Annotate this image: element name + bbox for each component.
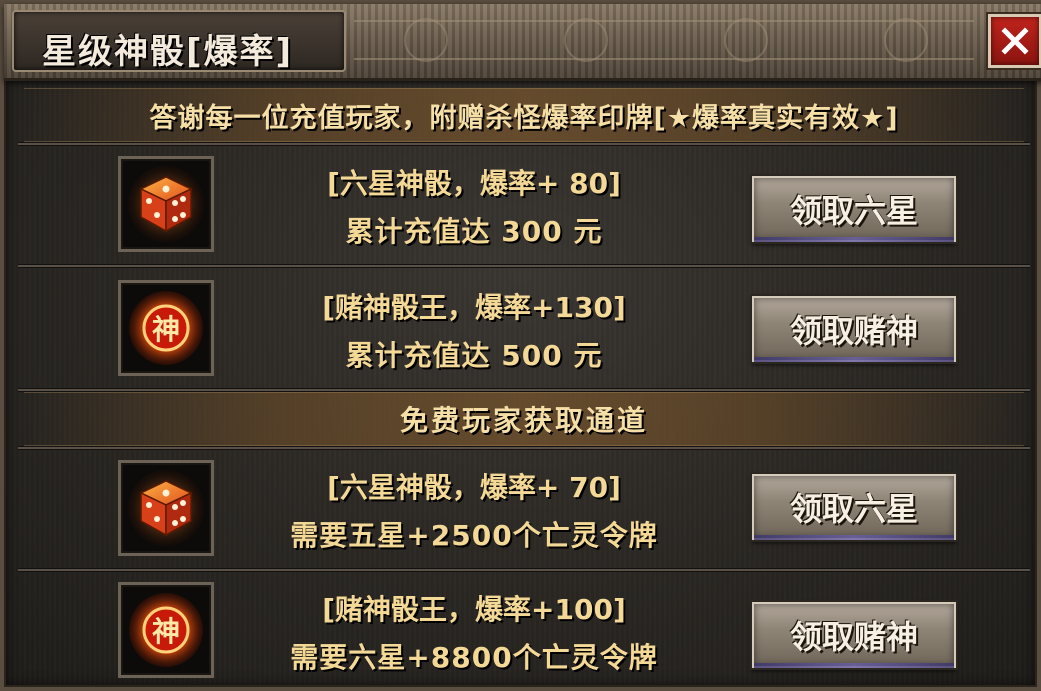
- reward-row: 神 [赌神骰王，爆率+130] 累计充值达 500 元 领取赌神: [4, 268, 1041, 386]
- ornament-swirl-icon: [884, 18, 928, 62]
- gambler-god-icon: 神: [129, 593, 203, 667]
- reward-requirement: 需要五星+2500个亡灵令牌: [290, 519, 658, 552]
- reward-requirement: 累计充值达 300 元: [345, 215, 603, 248]
- dice-icon: [128, 166, 204, 242]
- dialog-panel: 星级神骰[爆率] 答谢每一位充值玩家，附赠杀怪爆率印牌[★爆率真实有效★] [六…: [0, 0, 1041, 691]
- title-plate: 星级神骰[爆率]: [12, 10, 346, 72]
- free-section-header-text: 免费玩家获取通道: [399, 404, 648, 437]
- reward-row: 神 [赌神骰王，爆率+100] 需要六星+8800个亡灵令牌 领取赌神: [4, 572, 1041, 690]
- reward-title: [赌神骰王，爆率+100]: [322, 593, 626, 626]
- reward-title: [赌神骰王，爆率+130]: [322, 291, 626, 324]
- item-slot: 神: [118, 280, 214, 376]
- ornament-swirl-icon: [564, 18, 608, 62]
- reward-requirement: 累计充值达 500 元: [345, 339, 603, 372]
- item-slot: [118, 460, 214, 556]
- free-section-header: 免费玩家获取通道: [24, 392, 1024, 446]
- claim-button-label: 领取六星: [789, 490, 918, 528]
- ornament-swirl-icon: [724, 18, 768, 62]
- claim-six-star-button[interactable]: 领取六星: [752, 474, 956, 540]
- reward-row: [六星神骰，爆率+ 80] 累计充值达 300 元 领取六星: [4, 146, 1041, 264]
- claim-six-star-button[interactable]: 领取六星: [752, 176, 956, 242]
- claim-button-label: 领取赌神: [789, 312, 918, 350]
- claim-button-label: 领取赌神: [789, 618, 918, 656]
- svg-text:神: 神: [152, 313, 180, 346]
- reward-row: [六星神骰，爆率+ 70] 需要五星+2500个亡灵令牌 领取六星: [4, 450, 1041, 568]
- claim-gambler-god-button[interactable]: 领取赌神: [752, 296, 956, 362]
- dice-icon: [128, 470, 204, 546]
- claim-button-label: 领取六星: [789, 192, 918, 230]
- reward-requirement: 需要六星+8800个亡灵令牌: [290, 641, 658, 674]
- paid-section-header: 答谢每一位充值玩家，附赠杀怪爆率印牌[★爆率真实有效★]: [24, 88, 1024, 142]
- close-icon: [1001, 27, 1029, 55]
- gambler-god-icon: 神: [129, 291, 203, 365]
- claim-gambler-god-button[interactable]: 领取赌神: [752, 602, 956, 668]
- item-slot: 神: [118, 582, 214, 678]
- ornament-swirl-icon: [404, 18, 448, 62]
- item-slot: [118, 156, 214, 252]
- reward-title: [六星神骰，爆率+ 70]: [327, 471, 621, 504]
- svg-text:神: 神: [152, 615, 180, 648]
- close-button[interactable]: [988, 14, 1041, 68]
- paid-section-header-text: 答谢每一位充值玩家，附赠杀怪爆率印牌[★爆率真实有效★]: [149, 102, 899, 134]
- reward-title: [六星神骰，爆率+ 80]: [327, 167, 621, 200]
- window-title: 星级神骰[爆率]: [42, 32, 294, 72]
- title-bar[interactable]: 星级神骰[爆率]: [4, 4, 1041, 81]
